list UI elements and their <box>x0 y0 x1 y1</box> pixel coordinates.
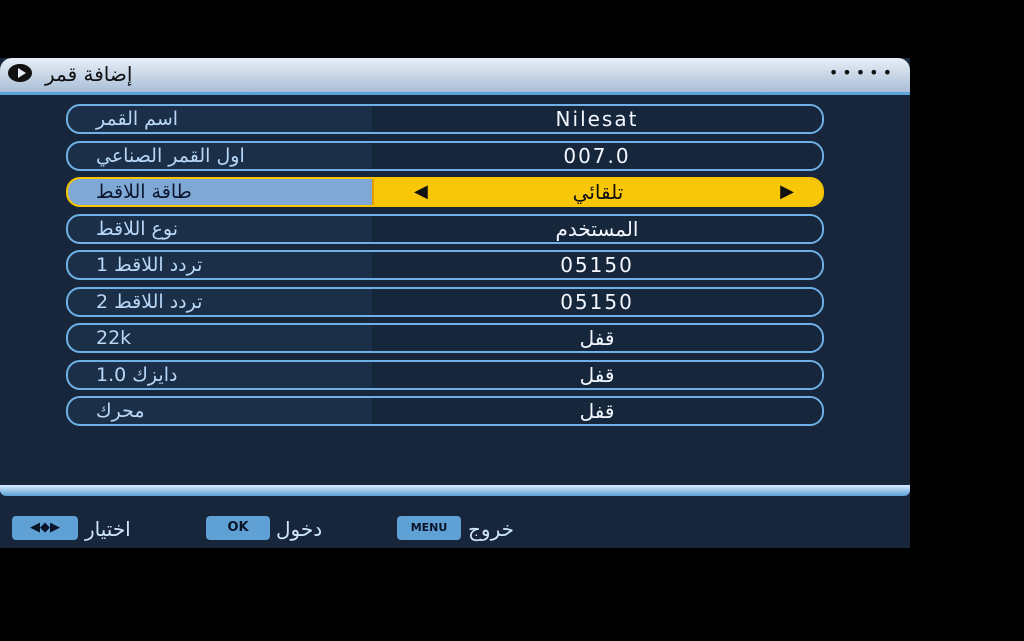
satellite-longitude-row[interactable]: اول القمر الصناعي 007.0 <box>66 140 824 171</box>
lnb-frequency-1-label: تردد اللاقط 1 <box>96 254 203 276</box>
exit-hint: خروج <box>468 517 514 541</box>
satellite-name-row[interactable]: اسم القمر Nilesat <box>66 104 824 134</box>
lnb-power-value[interactable]: ◀ تلقائي ▶ <box>372 179 822 205</box>
play-icon <box>8 64 32 82</box>
motor-row[interactable]: محرك قفل <box>66 396 824 426</box>
lnb-frequency-1-row[interactable]: تردد اللاقط 1 05150 <box>66 250 824 280</box>
lnb-frequency-2-row[interactable]: تردد اللاقط 2 05150 <box>66 286 824 317</box>
motor-label: محرك <box>96 400 145 422</box>
lnb-frequency-1-value[interactable]: 05150 <box>372 252 822 278</box>
satellite-longitude-value[interactable]: 007.0 <box>372 142 822 169</box>
diseqc-value[interactable]: قفل <box>372 361 822 388</box>
left-arrow-icon[interactable]: ◀ <box>414 179 430 205</box>
right-arrow-icon[interactable]: ▶ <box>780 179 796 205</box>
lnb-power-current: تلقائي <box>572 180 624 204</box>
22k-value[interactable]: قفل <box>372 325 822 351</box>
motor-value[interactable]: قفل <box>372 398 822 424</box>
lnb-type-label: نوع اللاقط <box>96 217 179 240</box>
22k-row[interactable]: 22k قفل <box>66 323 824 353</box>
satellite-name-label: اسم القمر <box>96 108 179 130</box>
select-hint: اختيار <box>85 517 131 541</box>
diseqc-row[interactable]: دايزك 1.0 قفل <box>66 359 824 390</box>
lnb-frequency-2-value[interactable]: 05150 <box>372 288 822 315</box>
page-title: إضافة قمر <box>45 62 133 86</box>
status-dots: ••••• <box>828 63 896 82</box>
settings-menu: اسم القمر Nilesat اول القمر الصناعي 007.… <box>66 104 824 433</box>
satellite-longitude-label: اول القمر الصناعي <box>96 144 245 167</box>
enter-hint: دخول <box>276 517 323 541</box>
title-bar: إضافة قمر ••••• <box>0 58 910 95</box>
lnb-power-label: طاقة اللاقط <box>96 181 192 203</box>
lnb-power-row[interactable]: طاقة اللاقط ◀ تلقائي ▶ <box>66 177 824 207</box>
diseqc-label: دايزك 1.0 <box>96 363 178 386</box>
satellite-add-screen: إضافة قمر ••••• اسم القمر Nilesat اول ال… <box>0 58 910 548</box>
lnb-type-value[interactable]: المستخدم <box>372 215 822 242</box>
22k-label: 22k <box>96 327 132 349</box>
bottom-divider <box>0 485 910 496</box>
satellite-name-value[interactable]: Nilesat <box>372 106 822 132</box>
footer-legend: ◀◆▶ اختيار OK دخول MENU خروج <box>0 516 910 548</box>
lnb-type-row[interactable]: نوع اللاقط المستخدم <box>66 213 824 244</box>
arrow-keys-icon: ◀◆▶ <box>12 516 78 540</box>
ok-key-icon: OK <box>206 516 270 540</box>
menu-key-icon: MENU <box>397 516 461 540</box>
lnb-frequency-2-label: تردد اللاقط 2 <box>96 290 203 313</box>
